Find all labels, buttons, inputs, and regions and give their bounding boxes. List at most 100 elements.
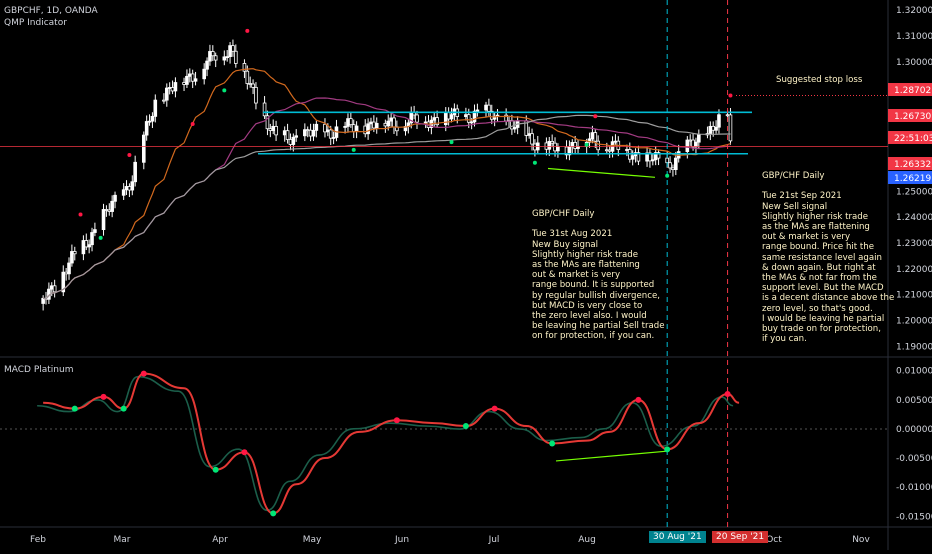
date-tag-buy: 30 Aug '21	[649, 531, 706, 543]
candle-body	[363, 125, 368, 135]
candle-body	[107, 209, 112, 212]
candle-body	[49, 285, 54, 290]
candle-body	[234, 50, 238, 64]
candle-body	[93, 229, 97, 233]
candle-body	[366, 123, 370, 135]
candle-body	[167, 87, 172, 89]
candle-body	[110, 200, 114, 212]
candle-body	[164, 87, 169, 101]
candle-body	[487, 104, 491, 112]
candle-body	[573, 142, 577, 149]
candle-body	[354, 125, 359, 132]
signal-dot	[351, 147, 356, 152]
candle-body	[70, 251, 74, 264]
candle-body	[81, 240, 86, 255]
candle-body	[162, 99, 166, 102]
signal-dot	[532, 160, 537, 165]
candle-body	[607, 149, 612, 152]
price-tag-label: 1.28702	[894, 86, 931, 96]
price-tick-label: 1.22000	[896, 265, 932, 275]
candle-body	[593, 132, 598, 142]
candle-body	[133, 161, 137, 183]
date-tag-sell: 20 Sep '21	[712, 531, 769, 543]
candle-body	[271, 126, 276, 131]
candle-body	[213, 55, 218, 61]
signal-dot	[98, 235, 103, 240]
candle-body	[697, 134, 701, 143]
candle-body	[274, 126, 278, 136]
candle-body	[674, 157, 678, 170]
candle-body	[211, 51, 215, 57]
candle-body	[512, 127, 517, 130]
candle-body	[173, 82, 178, 92]
candle-body	[190, 73, 195, 82]
candle-body	[533, 143, 537, 151]
candle-body	[127, 186, 132, 191]
candle-body	[423, 121, 428, 124]
macd-point	[664, 446, 671, 453]
candle-body	[202, 68, 206, 80]
candle-body	[590, 132, 595, 140]
candle-body	[343, 126, 347, 128]
candle-body	[188, 73, 192, 77]
candle-body	[346, 118, 350, 127]
macd-point	[71, 405, 78, 412]
macd-point	[120, 405, 127, 412]
candle-body	[288, 139, 293, 145]
macd-title: MACD Platinum	[4, 365, 74, 375]
candle-body	[285, 130, 290, 140]
candle-body	[90, 232, 94, 246]
candle-body	[711, 125, 716, 131]
candle-body	[570, 142, 575, 148]
candle-body	[475, 109, 480, 112]
candle-body	[193, 78, 198, 82]
candle-body	[72, 251, 77, 255]
stop-loss-label: Suggested stop loss	[776, 75, 863, 85]
candle-body	[153, 99, 158, 117]
candle-body	[314, 123, 319, 131]
candle-body	[113, 194, 117, 202]
signal-dot	[449, 140, 454, 145]
time-tick-label: Jun	[394, 535, 409, 545]
candle-body	[386, 120, 391, 127]
candle-body	[248, 83, 252, 85]
candle-body	[182, 82, 186, 85]
candle-body	[725, 114, 730, 117]
candle-body	[328, 129, 333, 139]
candle-body	[185, 75, 189, 85]
signal-dot	[728, 93, 733, 98]
time-tick-label: May	[303, 535, 322, 545]
candle-body	[556, 146, 560, 152]
candle-body	[144, 121, 149, 136]
candle-body	[124, 186, 129, 191]
candle-body	[466, 114, 471, 123]
price-tag-label: 1.26219	[894, 174, 931, 184]
signal-dot	[222, 88, 227, 93]
candle-body	[372, 121, 376, 129]
price-tick-label: 1.24000	[896, 213, 932, 223]
candle-body	[64, 271, 68, 275]
macd-point	[635, 396, 642, 403]
macd-point	[724, 391, 731, 398]
time-tick-label: Feb	[30, 535, 46, 545]
price-tag-label: 1.26332	[894, 160, 931, 170]
price-tick-label: 1.31000	[896, 32, 932, 42]
candle-body	[544, 142, 549, 150]
candle-body	[170, 87, 175, 92]
macd-tick-label: 0.01000	[896, 367, 932, 377]
candle-body	[374, 122, 379, 129]
candle-body	[225, 56, 229, 59]
candle-body	[604, 149, 609, 152]
candle-body	[208, 51, 212, 62]
candle-body	[510, 120, 514, 130]
candle-body	[351, 124, 356, 132]
candle-body	[130, 181, 135, 191]
time-tick-label: Oct	[766, 535, 782, 545]
candle-body	[268, 128, 273, 131]
time-tick-label: Aug	[578, 535, 596, 545]
price-tag-label: 22:51:03	[894, 134, 932, 144]
candle-body	[469, 121, 474, 124]
candle-body	[222, 56, 227, 61]
price-tick-label: 1.32000	[896, 6, 932, 16]
candle-body	[553, 142, 557, 152]
